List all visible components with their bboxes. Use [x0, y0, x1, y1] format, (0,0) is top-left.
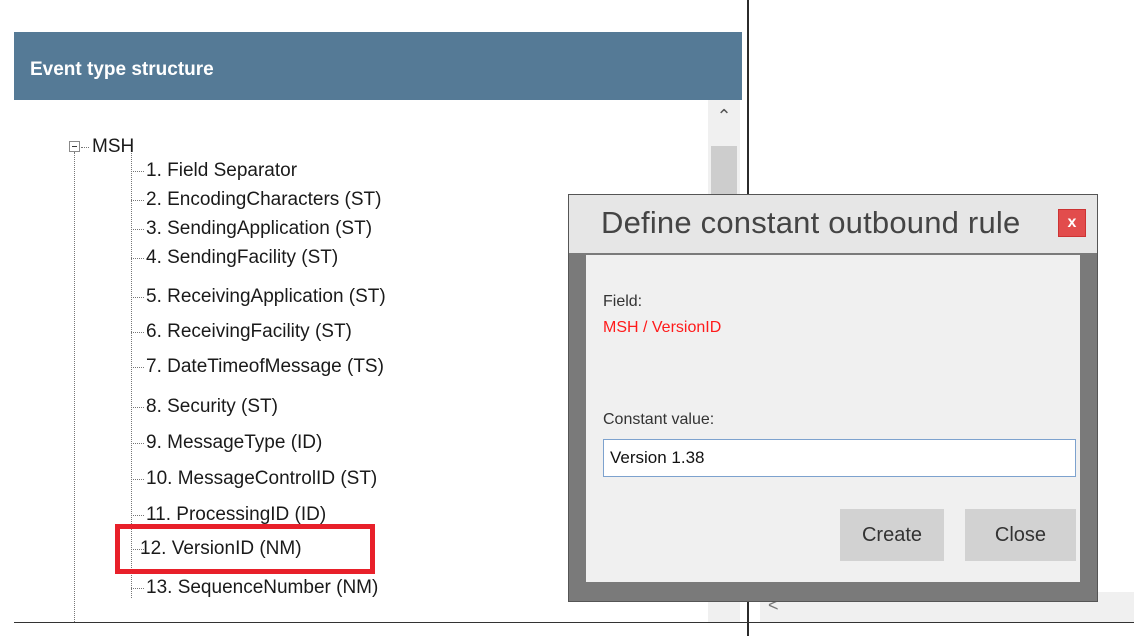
scroll-up-arrow-icon[interactable]: ⌃ — [708, 106, 740, 136]
tree-connector — [131, 258, 144, 259]
constant-value-label: Constant value: — [603, 411, 715, 428]
field-value: MSH / VersionID — [603, 319, 722, 336]
tree-item-security[interactable]: 8. Security (ST) — [146, 396, 278, 418]
tree-connector — [131, 200, 144, 201]
tree-item-sequence-number[interactable]: 13. SequenceNumber (NM) — [146, 577, 378, 599]
define-constant-dialog: Define constant outbound rule x Field: M… — [568, 194, 1098, 602]
tree-item-message-control-id[interactable]: 10. MessageControlID (ST) — [146, 468, 377, 490]
tree-connector — [131, 367, 144, 368]
tree-connector — [131, 407, 144, 408]
version-id-highlight-box — [115, 524, 375, 574]
panel-title: Event type structure — [14, 32, 742, 100]
tree-connector — [131, 332, 144, 333]
tree-item-field-separator[interactable]: 1. Field Separator — [146, 160, 297, 182]
tree-connector — [131, 297, 144, 298]
tree-item-sending-application[interactable]: 3. SendingApplication (ST) — [146, 218, 372, 240]
collapse-toggle-icon[interactable] — [69, 141, 80, 152]
tree-item-encoding-characters[interactable]: 2. EncodingCharacters (ST) — [146, 189, 382, 211]
tree-item-receiving-application[interactable]: 5. ReceivingApplication (ST) — [146, 286, 386, 308]
tree-item-message-type[interactable]: 9. MessageType (ID) — [146, 432, 322, 454]
close-icon[interactable]: x — [1058, 209, 1086, 237]
tree-connector — [131, 515, 144, 516]
tree-connector — [131, 588, 144, 589]
tree-connector — [131, 443, 144, 444]
tree-item-receiving-facility[interactable]: 6. ReceivingFacility (ST) — [146, 321, 352, 343]
tree-root-msh[interactable]: MSH — [92, 136, 134, 158]
tree-item-date-time-of-message[interactable]: 7. DateTimeofMessage (TS) — [146, 356, 384, 378]
constant-value-input[interactable] — [603, 439, 1076, 477]
tree-item-processing-id[interactable]: 11. ProcessingID (ID) — [146, 504, 326, 526]
tree-guide-line — [74, 152, 75, 622]
create-button[interactable]: Create — [840, 509, 944, 561]
field-label: Field: — [603, 293, 643, 310]
dialog-title: Define constant outbound rule — [569, 195, 1097, 253]
tree-connector — [131, 229, 144, 230]
tree-connector — [131, 479, 144, 480]
tree-connector — [81, 147, 89, 148]
tree-connector — [131, 171, 144, 172]
dialog-body: Field: MSH / VersionID Constant value: C… — [586, 255, 1080, 582]
tree-item-sending-facility[interactable]: 4. SendingFacility (ST) — [146, 247, 338, 269]
bottom-border-line — [14, 622, 1134, 623]
close-button[interactable]: Close — [965, 509, 1076, 561]
